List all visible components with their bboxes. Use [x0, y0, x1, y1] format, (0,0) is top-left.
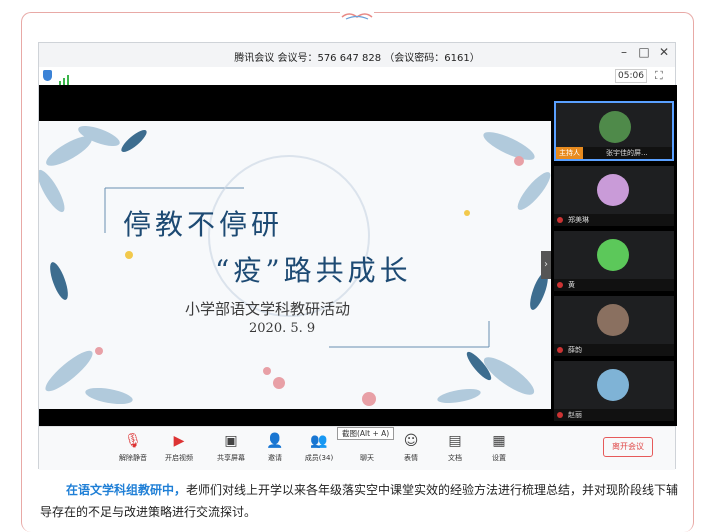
participant-tile[interactable]: 赵丽	[554, 361, 674, 421]
participant-tile[interactable]: 薛韵	[554, 296, 674, 356]
docs-label: 文档	[448, 454, 462, 462]
collapse-arrow-icon[interactable]: ›	[541, 251, 551, 279]
maximize-icon[interactable]: □	[637, 45, 651, 59]
participant-tile[interactable]: 郑美琳	[554, 166, 674, 226]
mic-muted-icon	[557, 217, 563, 223]
invite-label: 邀请	[268, 454, 282, 462]
video-label: 开启视频	[165, 454, 193, 462]
host-badge: 主持人	[556, 147, 583, 159]
share-screen-button[interactable]: ▣ 共享屏幕	[211, 433, 251, 463]
chat-label: 聊天	[360, 454, 374, 462]
emoji-icon: ☺	[403, 433, 419, 449]
members-button[interactable]: 👥 成员(34)	[299, 433, 339, 463]
avatar	[597, 304, 629, 336]
meeting-timer: 05:06	[615, 69, 647, 83]
participant-name: 郑美琳	[554, 214, 674, 226]
docs-button[interactable]: ▤ 文档	[435, 433, 475, 463]
participant-tile[interactable]: 张宇佳的屏... 主持人	[554, 101, 674, 161]
leave-meeting-button[interactable]: 离开会议	[603, 437, 653, 457]
info-bar: 05:06 ⛶	[39, 67, 675, 85]
avatar	[597, 239, 629, 271]
meeting-window: 腾讯会议 会议号：576 647 828 （会议密码：6161） – □ ✕ 0…	[38, 42, 677, 470]
article-caption: 在语文学科组教研中，老师们对线上开学以来各年级落实空中课堂实效的经验方法进行梳理…	[40, 479, 686, 523]
slide-title-line1: 停教不停研	[123, 208, 284, 241]
settings-label: 设置	[492, 454, 506, 462]
window-title: 腾讯会议 会议号：576 647 828 （会议密码：6161）	[234, 53, 480, 64]
document-icon: ▤	[448, 433, 462, 449]
shared-slide: 停教不停研 “疫”路共成长 小学部语文学科教研活动 2020. 5. 9 ›	[39, 121, 551, 409]
emoji-label: 表情	[404, 454, 418, 462]
participant-name: 薛韵	[554, 344, 674, 356]
mic-muted-icon	[557, 282, 563, 288]
settings-icon: ▦	[492, 433, 506, 449]
slide-title-line2: “疫”路共成长	[215, 254, 412, 287]
fullscreen-icon[interactable]: ⛶	[655, 69, 663, 83]
mic-off-icon: 🎙	[124, 433, 142, 449]
members-label: 成员(34)	[304, 454, 334, 462]
unmute-button[interactable]: 🎙 解除静音	[113, 433, 153, 463]
participant-panel: 张宇佳的屏... 主持人 郑美琳 黄 薛韵 赵丽	[554, 101, 674, 426]
minimize-icon[interactable]: –	[617, 45, 631, 59]
video-area: 停教不停研 “疫”路共成长 小学部语文学科教研活动 2020. 5. 9 › 张…	[39, 85, 677, 426]
caption-highlight: 在语文学科组教研中，	[66, 483, 187, 497]
settings-button[interactable]: ▦ 设置	[479, 433, 519, 463]
mic-muted-icon	[557, 347, 563, 353]
participant-name: 赵丽	[554, 409, 674, 421]
share-icon: ▣	[224, 433, 238, 449]
start-video-button[interactable]: ▶ 开启视频	[159, 433, 199, 463]
members-icon: 👥	[310, 433, 328, 449]
frame-decoration	[340, 6, 374, 20]
meeting-toolbar: 🎙 解除静音 ▶ 开启视频 ▣ 共享屏幕 👤 邀请 👥 成员(34) 截图(Alt + A…	[39, 426, 675, 470]
avatar	[599, 111, 631, 143]
mic-muted-icon	[557, 412, 563, 418]
chat-button[interactable]: 💬聊天	[347, 433, 387, 463]
slide-subtitle: 小学部语文学科教研活动	[185, 300, 351, 318]
invite-button[interactable]: 👤 邀请	[255, 433, 295, 463]
shield-icon[interactable]	[43, 70, 52, 81]
participant-tile[interactable]: 黄	[554, 231, 674, 291]
emoji-button[interactable]: ☺ 表情	[391, 433, 431, 463]
add-user-icon: 👤	[266, 433, 284, 449]
share-label: 共享屏幕	[217, 454, 245, 462]
unmute-label: 解除静音	[119, 454, 147, 462]
camera-off-icon: ▶	[173, 433, 185, 449]
avatar	[597, 174, 629, 206]
avatar	[597, 369, 629, 401]
participant-name: 黄	[554, 279, 674, 291]
title-bar: 腾讯会议 会议号：576 647 828 （会议密码：6161） – □ ✕	[39, 43, 675, 67]
slide-date: 2020. 5. 9	[249, 321, 316, 336]
close-icon[interactable]: ✕	[657, 45, 671, 59]
